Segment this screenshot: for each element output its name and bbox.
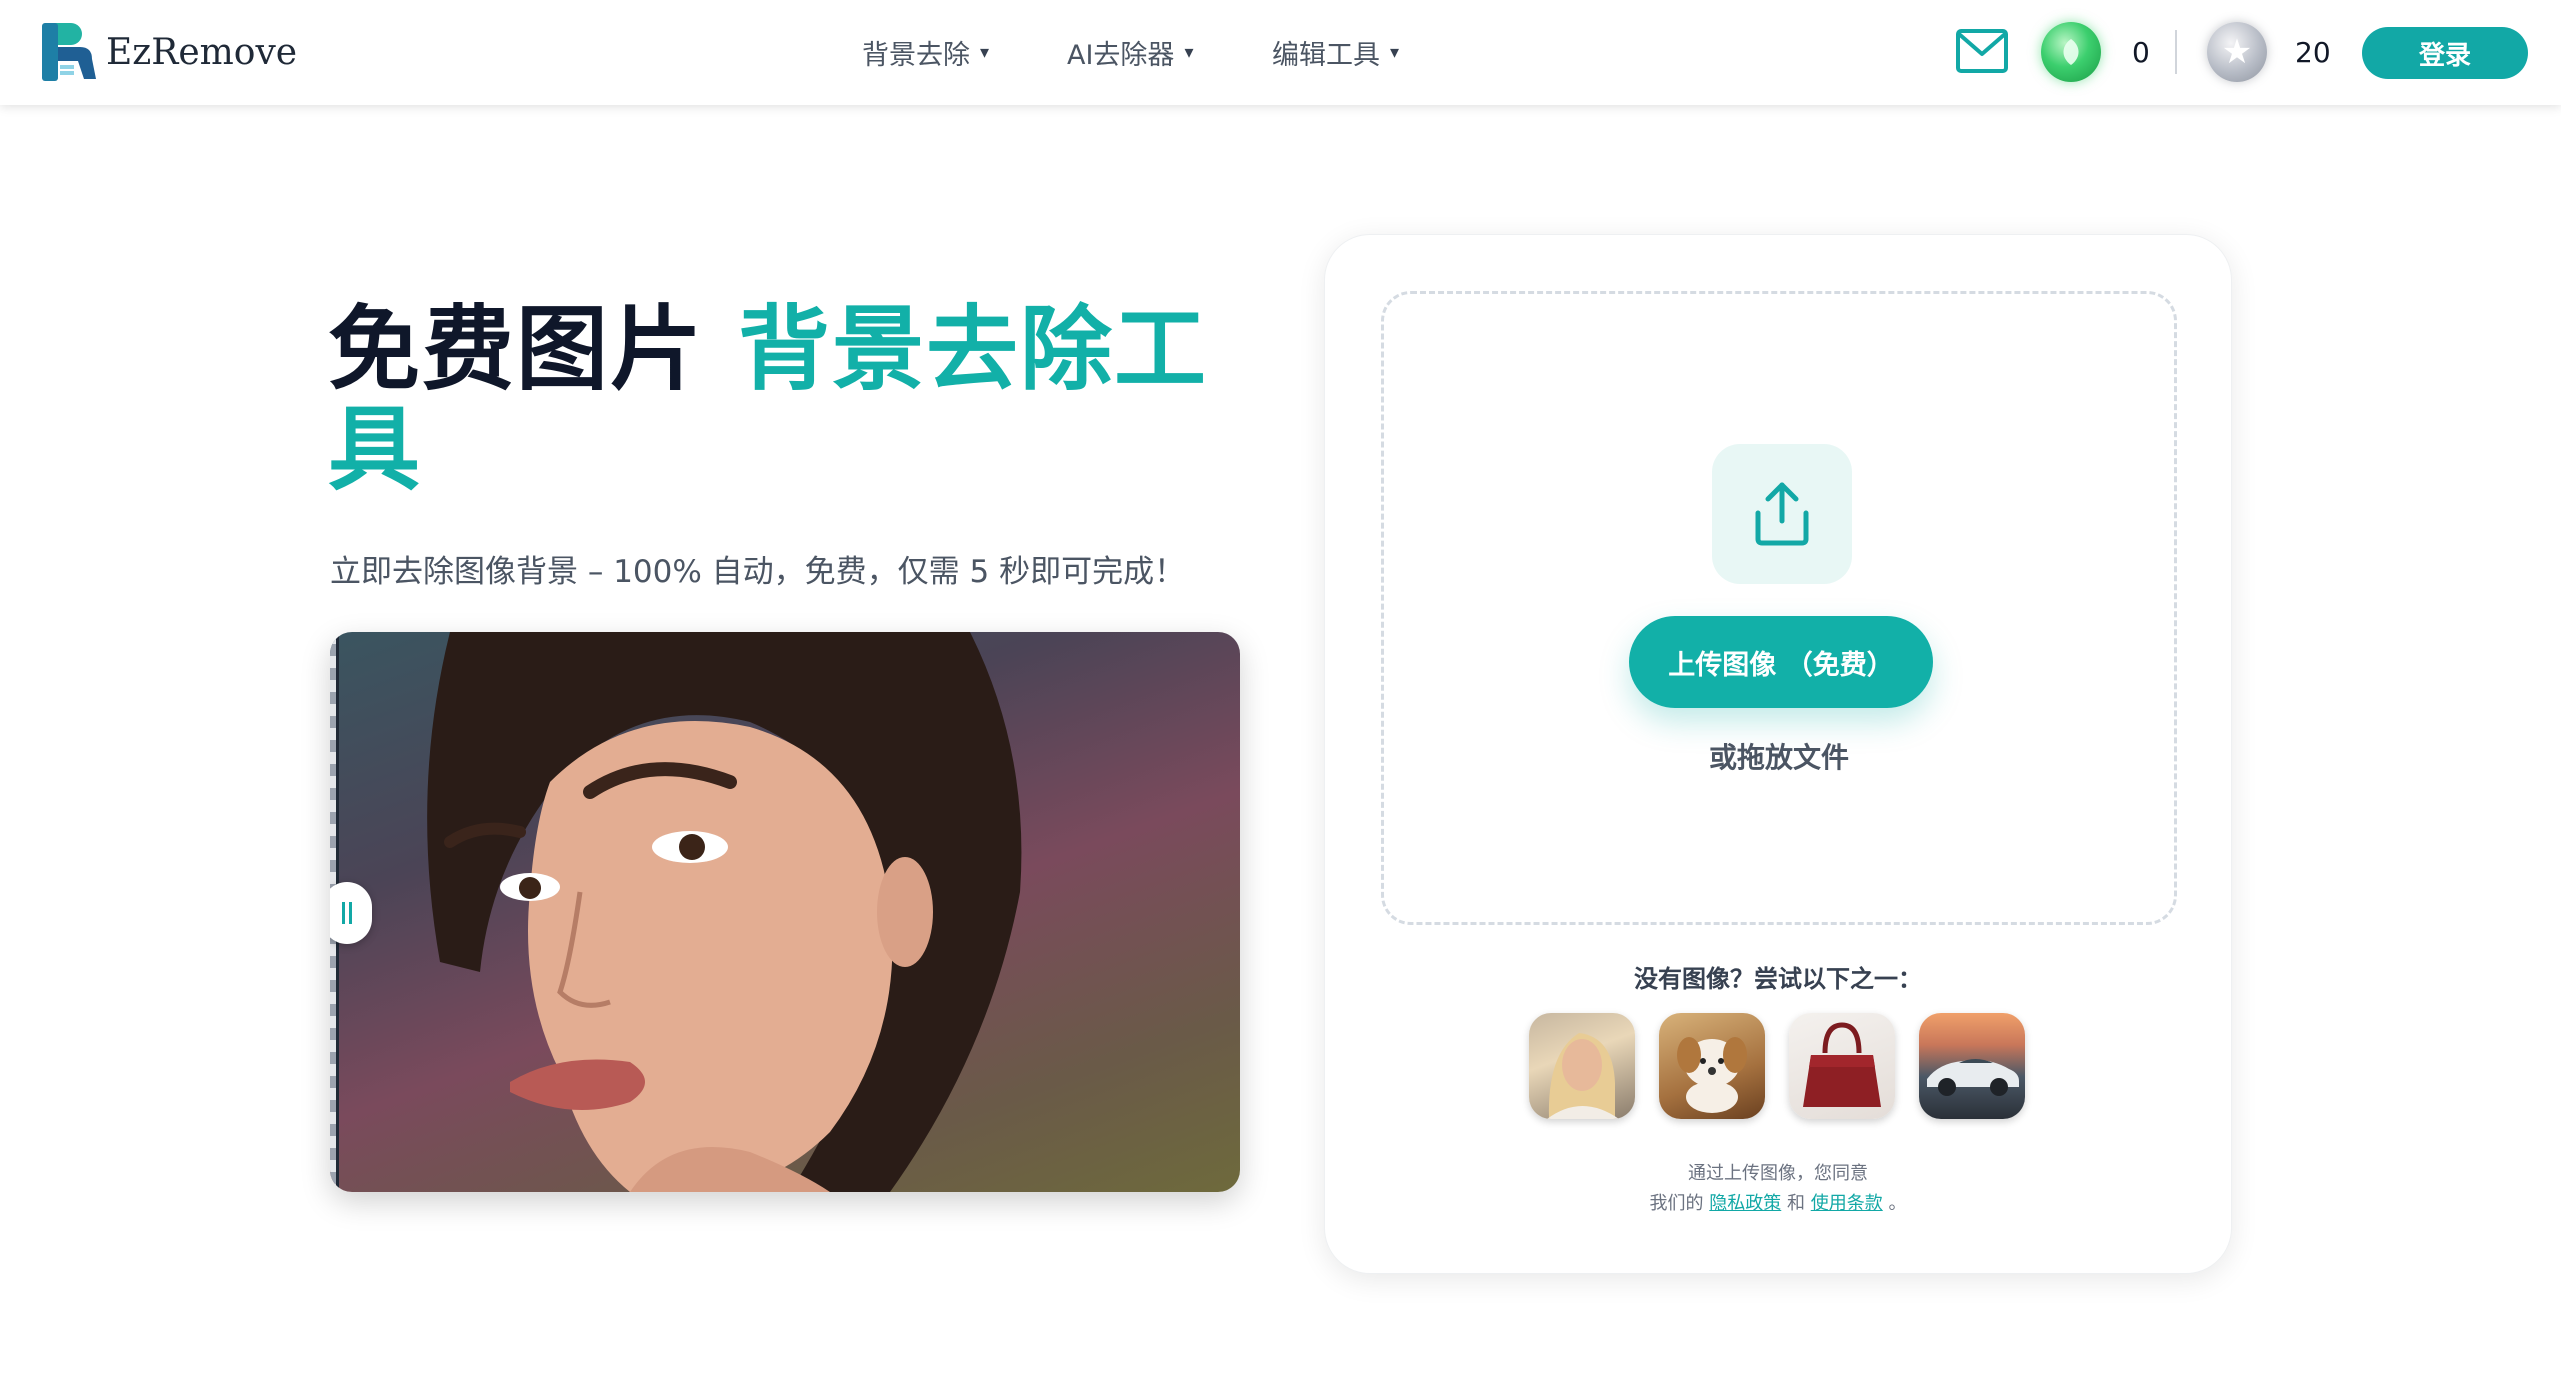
nav-label: 背景去除 [862,39,970,71]
logo-text: EzRemove [106,31,298,73]
drop-hint: 或拖放文件 [1708,741,1849,774]
handbag-thumbnail [1803,1022,1881,1107]
nav-edit-tools[interactable]: 编辑工具 ▾ [1272,30,1432,74]
terms-line-1: 通过上传图像，您同意 [1688,1163,1868,1184]
sample-prompt: 没有图像？尝试以下之一： [1634,965,1922,993]
terms-of-use-link[interactable]: 使用条款 [1811,1193,1883,1214]
silver-star-icon[interactable]: ★ [2207,22,2267,82]
puppy-thumbnail [1677,1037,1747,1113]
sample-handbag[interactable] [1789,1013,1895,1119]
star-icon: ★ [2221,32,2253,72]
sample-puppy[interactable] [1659,1013,1765,1119]
login-button[interactable]: 登录 [2362,27,2528,79]
handle-grip [349,902,352,924]
credit-count: 20 [2295,36,2331,69]
gem-count: 0 [2132,36,2150,69]
page-title: 免费图片 背景去除工具 [328,300,1228,500]
handle-grip [342,902,345,924]
compare-slider-handle[interactable] [330,882,372,944]
terms-prefix: 我们的 [1649,1193,1704,1214]
upload-card: 上传图像 （免费） 或拖放文件 没有图像？尝试以下之一： 通过上传图像，您同意 … [1324,234,2232,1274]
terms-notice: 通过上传图像，您同意 我们的 隐私政策 和 使用条款 。 [1325,1159,2231,1219]
sample-car[interactable] [1919,1013,2025,1119]
terms-and: 和 [1787,1193,1805,1214]
nav-label: AI去除器 [1067,39,1175,71]
hero-subtitle: 立即去除图像背景 – 100% 自动，免费，仅需 5 秒即可完成！ [330,554,1186,590]
nav-label: 编辑工具 [1272,39,1380,71]
nav-background-removal[interactable]: 背景去除 ▾ [862,30,1067,74]
upload-arrow-icon [1755,482,1809,546]
terms-end: 。 [1888,1193,1907,1214]
terms-line-2: 我们的 隐私政策 和 使用条款 。 [1325,1189,2231,1219]
woman-thumbnail [1547,1033,1619,1119]
before-after-comparison[interactable] [330,632,1240,1192]
mail-icon[interactable] [1955,28,2009,74]
nav-ai-remover[interactable]: AI去除器 ▾ [1067,30,1272,74]
green-gem-icon[interactable] [2041,22,2101,82]
top-header: EzRemove 背景去除 ▾ AI去除器 ▾ 编辑工具 ▾ 0 ★ 20 登录 [0,0,2561,105]
sample-images [1529,1013,2029,1123]
leaf-icon [2063,39,2079,65]
upload-icon[interactable] [1712,444,1852,584]
logo-icon [42,23,96,81]
logo[interactable]: EzRemove [40,20,297,84]
portrait-image [427,632,1022,1192]
divider [2175,30,2177,74]
drop-zone[interactable]: 上传图像 （免费） 或拖放文件 [1381,291,2177,925]
upload-image-button[interactable]: 上传图像 （免费） [1629,616,1933,708]
car-thumbnail [1927,1059,2019,1096]
title-dark: 免费图片 [328,296,739,403]
sample-woman[interactable] [1529,1013,1635,1119]
chevron-down-icon: ▾ [980,41,990,63]
main-nav: 背景去除 ▾ AI去除器 ▾ 编辑工具 ▾ [862,30,1432,74]
chevron-down-icon: ▾ [1390,41,1400,63]
chevron-down-icon: ▾ [1184,41,1194,63]
privacy-policy-link[interactable]: 隐私政策 [1709,1193,1781,1214]
